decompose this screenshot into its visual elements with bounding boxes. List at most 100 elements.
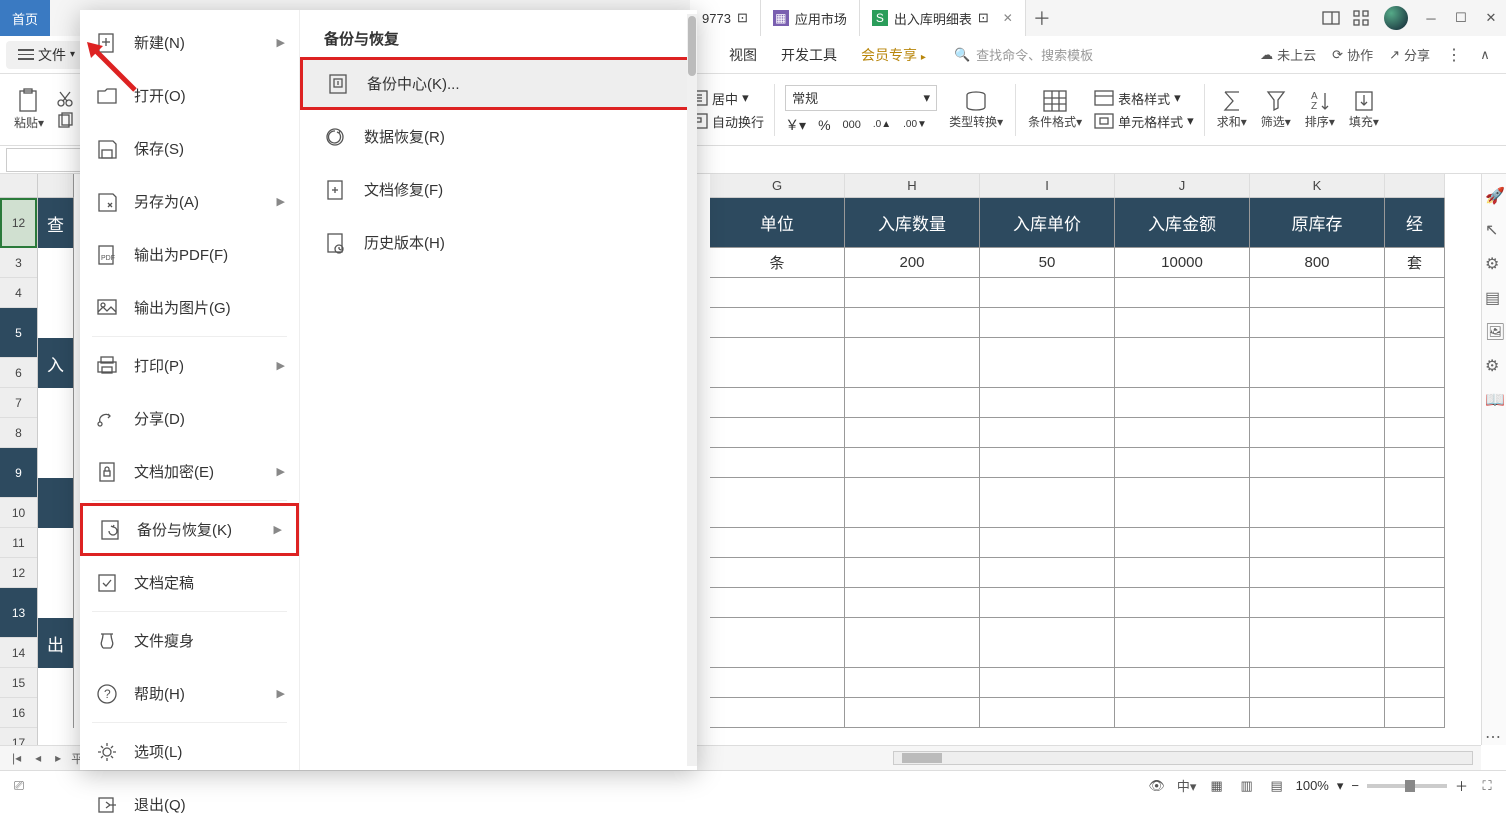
cell[interactable]: 50 — [980, 248, 1115, 278]
cell[interactable] — [845, 338, 980, 388]
cell[interactable] — [1385, 558, 1445, 588]
close-button[interactable]: ✕ — [1478, 5, 1504, 31]
layout-icon[interactable]: ▤ — [1485, 288, 1503, 306]
row-header[interactable]: 13 — [0, 588, 37, 638]
comma-button[interactable]: 000 — [843, 119, 861, 131]
file-menu-item[interactable]: 文档定稿 — [80, 556, 299, 609]
cell[interactable] — [710, 418, 845, 448]
eye-icon[interactable]: 👁 — [1146, 775, 1168, 797]
cell[interactable] — [980, 448, 1115, 478]
cell[interactable] — [845, 308, 980, 338]
number-format-combo[interactable]: 常规▾ — [785, 85, 937, 111]
cell[interactable]: 条 — [710, 248, 845, 278]
file-submenu-item[interactable]: 历史版本(H) — [300, 216, 697, 269]
cell[interactable] — [1250, 418, 1385, 448]
filter-button[interactable]: 筛选▾ — [1255, 76, 1297, 144]
dec-decimal-button[interactable]: .00▼ — [903, 119, 927, 130]
cond-format-button[interactable]: 条件格式▾ — [1022, 76, 1088, 144]
settings-icon[interactable]: ⚙ — [1485, 254, 1503, 272]
file-menu-item[interactable]: 文件瘦身 — [80, 614, 299, 667]
file-menu-item[interactable]: 选项(L) — [80, 725, 299, 778]
cell[interactable] — [845, 278, 980, 308]
cell[interactable] — [710, 618, 845, 668]
cell[interactable] — [980, 388, 1115, 418]
sheet-nav-next[interactable]: ▸ — [51, 751, 65, 765]
file-submenu-item[interactable]: 文档修复(F) — [300, 163, 697, 216]
more-icon[interactable]: ⋯ — [1485, 727, 1503, 745]
cell[interactable] — [38, 478, 74, 528]
cell[interactable] — [1250, 278, 1385, 308]
ribbon-tab-dev[interactable]: 开发工具 — [769, 45, 849, 65]
tab-appstore[interactable]: ▦应用市场 — [761, 0, 860, 36]
inc-decimal-button[interactable]: .0▲ — [873, 119, 891, 130]
cell[interactable] — [1250, 588, 1385, 618]
cell[interactable] — [1115, 588, 1250, 618]
cell[interactable] — [1250, 308, 1385, 338]
cell[interactable] — [38, 388, 74, 418]
cell[interactable] — [1250, 448, 1385, 478]
row-header[interactable]: 11 — [0, 528, 37, 558]
cell[interactable]: 出 — [38, 618, 74, 668]
cell[interactable] — [980, 418, 1115, 448]
cell[interactable] — [1250, 698, 1385, 728]
cell[interactable] — [710, 388, 845, 418]
cell[interactable] — [710, 558, 845, 588]
cell[interactable] — [1385, 338, 1445, 388]
table-style-button[interactable]: 表格样式▾ — [1094, 89, 1194, 108]
sheet-nav-prev[interactable]: ◂ — [31, 751, 45, 765]
row-header[interactable]: 10 — [0, 498, 37, 528]
wrap-button[interactable]: 自动换行 — [686, 112, 764, 131]
file-submenu-item[interactable]: 备份中心(K)... — [300, 57, 697, 110]
ribbon-collapse-icon[interactable]: ∧ — [1472, 42, 1498, 68]
cell[interactable] — [845, 528, 980, 558]
cell[interactable] — [845, 668, 980, 698]
cell[interactable] — [38, 698, 74, 728]
row-header[interactable]: 4 — [0, 278, 37, 308]
maximize-button[interactable]: ☐ — [1448, 5, 1474, 31]
row-header[interactable]: 8 — [0, 418, 37, 448]
cell[interactable] — [1385, 478, 1445, 528]
row-header[interactable]: 12 — [0, 558, 37, 588]
file-menu-item[interactable]: ?帮助(H)▶ — [80, 667, 299, 720]
layout-icon[interactable] — [1318, 5, 1344, 31]
cell[interactable]: 200 — [845, 248, 980, 278]
cell[interactable] — [1385, 278, 1445, 308]
zoom-in-icon[interactable]: ＋ — [1455, 776, 1468, 795]
col-header[interactable]: I — [980, 174, 1115, 197]
gear-icon[interactable]: ⚙ — [1485, 356, 1503, 374]
tab-home[interactable]: 首页 — [0, 0, 50, 36]
cell[interactable] — [1115, 618, 1250, 668]
cell[interactable] — [1250, 478, 1385, 528]
cell[interactable] — [1115, 698, 1250, 728]
cell[interactable] — [1385, 448, 1445, 478]
file-menu-item[interactable]: 另存为(A)▶ — [80, 175, 299, 228]
ribbon-tab-member[interactable]: 会员专享 ▸ — [849, 45, 938, 65]
cell[interactable] — [845, 448, 980, 478]
h-scrollbar[interactable] — [893, 751, 1473, 765]
row-header[interactable]: 5 — [0, 308, 37, 358]
cell[interactable] — [845, 698, 980, 728]
percent-button[interactable]: % — [818, 117, 830, 133]
row-header[interactable]: 15 — [0, 668, 37, 698]
row-header[interactable]: 7 — [0, 388, 37, 418]
zoom-out-icon[interactable]: − — [1351, 778, 1359, 793]
cell[interactable] — [710, 588, 845, 618]
cell[interactable] — [980, 668, 1115, 698]
cell[interactable] — [1115, 478, 1250, 528]
cell[interactable] — [710, 528, 845, 558]
share-button[interactable]: ↗分享 — [1389, 45, 1430, 64]
cursor-icon[interactable]: ↖ — [1485, 220, 1503, 238]
cell[interactable] — [710, 308, 845, 338]
cell[interactable] — [710, 478, 845, 528]
copy-button[interactable] — [56, 112, 74, 130]
cell[interactable]: 查 — [38, 198, 74, 248]
image-icon[interactable]: 🖼 — [1485, 322, 1503, 340]
file-menu-button[interactable]: 文件▾ — [6, 41, 87, 69]
cell[interactable] — [980, 338, 1115, 388]
sum-button[interactable]: 求和▾ — [1211, 76, 1253, 144]
zoom-slider[interactable] — [1367, 784, 1447, 788]
cloud-status[interactable]: ☁未上云 — [1260, 45, 1316, 64]
cell[interactable] — [38, 528, 74, 558]
cell[interactable] — [38, 558, 74, 588]
cell[interactable] — [1115, 418, 1250, 448]
